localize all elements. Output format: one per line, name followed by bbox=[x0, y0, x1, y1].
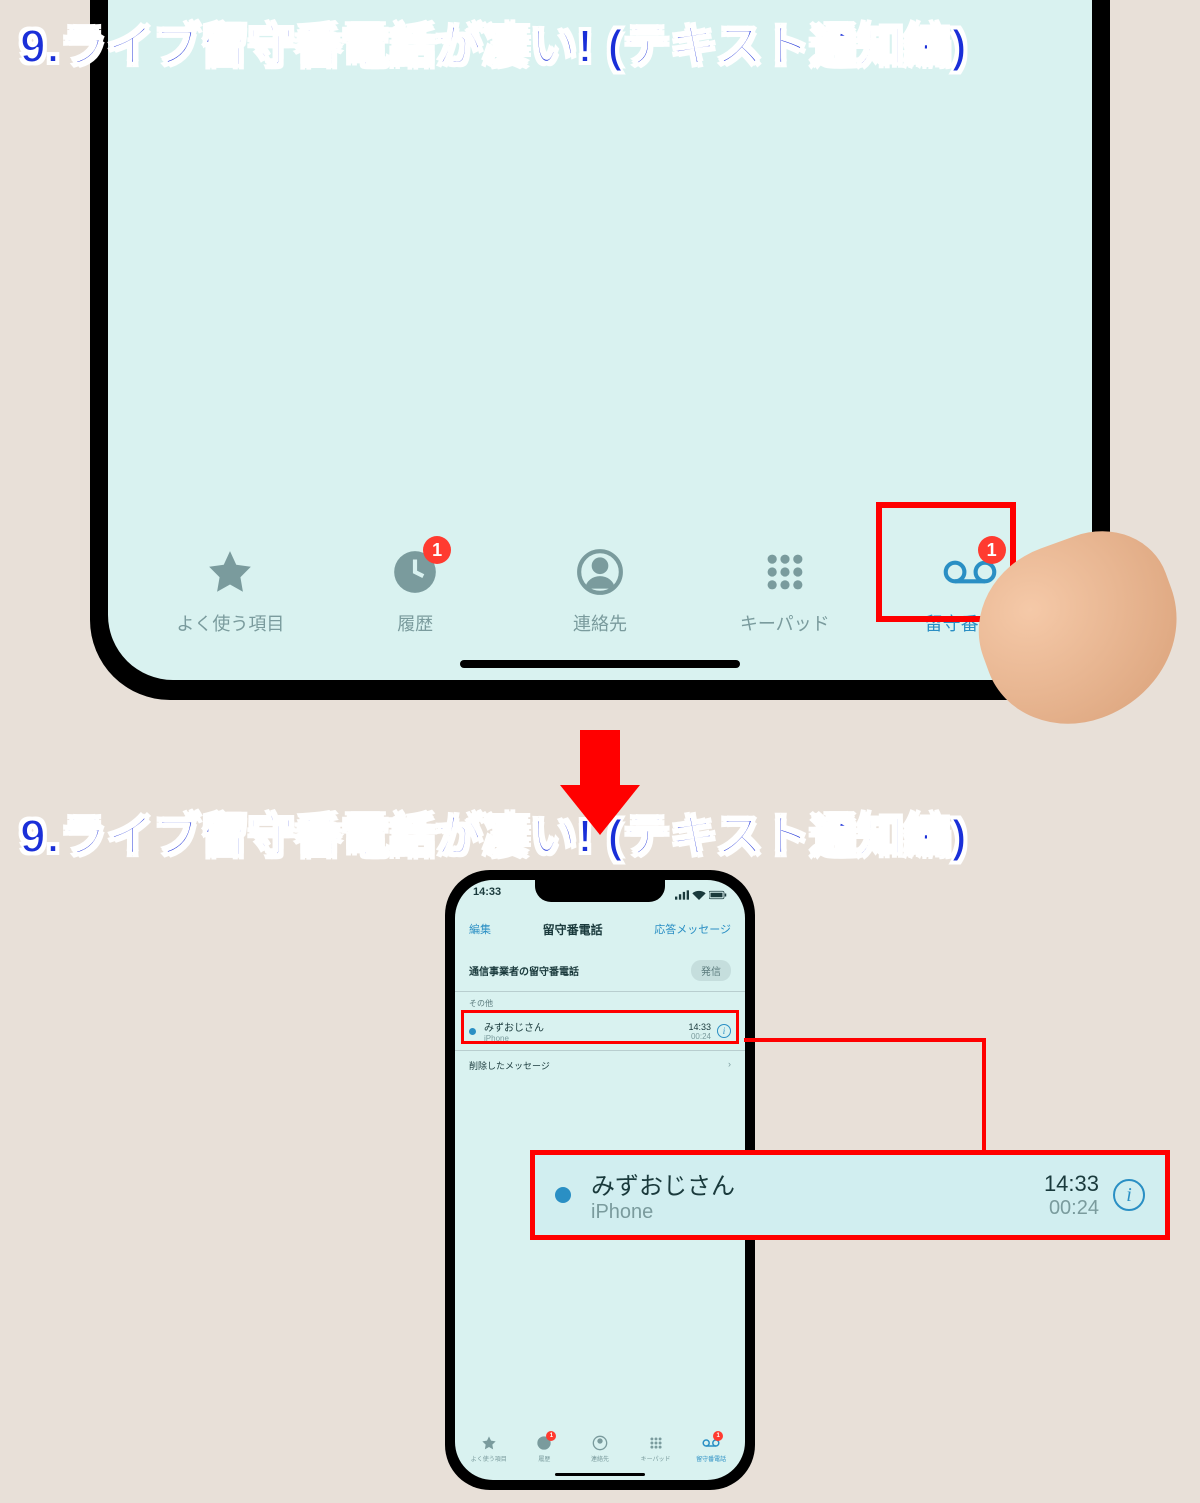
status-time: 14:33 bbox=[473, 886, 501, 904]
tab-recents[interactable]: 1 履歴 bbox=[519, 1434, 569, 1463]
voicemail-icon: 1 bbox=[702, 1434, 720, 1452]
clock-icon: 1 bbox=[535, 1434, 553, 1452]
tab-label: 履歴 bbox=[397, 610, 433, 636]
callout-box: みずおじさん iPhone 14:33 00:24 i bbox=[530, 1150, 1170, 1240]
home-indicator[interactable] bbox=[555, 1473, 645, 1476]
greeting-button[interactable]: 応答メッセージ bbox=[654, 921, 731, 937]
signal-icon bbox=[675, 890, 689, 900]
title-banner-bottom: 9.ライブ留守番電話が凄い! (テキスト通知編) bbox=[20, 800, 968, 866]
connector-line bbox=[744, 1038, 984, 1042]
carrier-voicemail-row[interactable]: 通信事業者の留守番電話 発信 bbox=[455, 950, 745, 992]
title-banner-top: 9.ライブ留守番電話が凄い! (テキスト通知編) bbox=[20, 10, 968, 76]
nav-header: 編集 留守番電話 応答メッセージ bbox=[455, 914, 745, 944]
caller-name: みずおじさん bbox=[591, 1166, 1044, 1201]
tab-voicemail[interactable]: 1 留守番電話 bbox=[686, 1434, 736, 1463]
deleted-messages-row[interactable]: 削除したメッセージ › bbox=[455, 1051, 745, 1080]
call-time: 14:33 bbox=[1044, 1171, 1099, 1197]
unread-dot-icon bbox=[555, 1187, 571, 1203]
caller-device: iPhone bbox=[591, 1201, 1044, 1224]
battery-icon bbox=[709, 890, 727, 900]
person-icon bbox=[591, 1434, 609, 1452]
keypad-icon bbox=[647, 1434, 665, 1452]
star-icon bbox=[480, 1434, 498, 1452]
arrow-down-icon bbox=[550, 730, 650, 840]
tab-favorites[interactable]: よく使う項目 bbox=[160, 544, 300, 636]
section-header: その他 bbox=[455, 992, 745, 1012]
keypad-icon bbox=[757, 544, 813, 600]
tab-label: 連絡先 bbox=[573, 610, 627, 636]
home-indicator[interactable] bbox=[460, 660, 740, 668]
edit-button[interactable]: 編集 bbox=[469, 921, 491, 937]
carrier-label: 通信事業者の留守番電話 bbox=[469, 963, 579, 978]
badge: 1 bbox=[423, 536, 451, 564]
info-icon[interactable]: i bbox=[1113, 1179, 1145, 1211]
chevron-right-icon: › bbox=[728, 1059, 731, 1072]
connector-line bbox=[982, 1038, 986, 1153]
person-icon bbox=[572, 544, 628, 600]
tab-label: よく使う項目 bbox=[176, 610, 284, 636]
wifi-icon bbox=[692, 890, 706, 900]
star-icon bbox=[202, 544, 258, 600]
phone-frame-top: よく使う項目 1 履歴 連絡先 bbox=[90, 0, 1110, 700]
tab-bar-bottom: よく使う項目 1 履歴 連絡先 キーパッド 1 留守番電話 bbox=[455, 1424, 745, 1472]
tab-label: キーパッド bbox=[740, 610, 830, 636]
tab-favorites[interactable]: よく使う項目 bbox=[464, 1434, 514, 1463]
call-button[interactable]: 発信 bbox=[691, 960, 731, 981]
call-duration: 00:24 bbox=[1044, 1197, 1099, 1220]
notch bbox=[535, 880, 665, 902]
nav-title: 留守番電話 bbox=[543, 921, 603, 938]
deleted-label: 削除したメッセージ bbox=[469, 1059, 550, 1072]
tab-keypad[interactable]: キーパッド bbox=[715, 544, 855, 636]
clock-icon: 1 bbox=[387, 544, 443, 600]
tab-keypad[interactable]: キーパッド bbox=[631, 1434, 681, 1463]
tab-contacts[interactable]: 連絡先 bbox=[530, 544, 670, 636]
phone-screen-top: よく使う項目 1 履歴 連絡先 bbox=[108, 0, 1092, 680]
tab-recents[interactable]: 1 履歴 bbox=[345, 544, 485, 636]
highlight-box-small bbox=[461, 1010, 739, 1044]
tab-contacts[interactable]: 連絡先 bbox=[575, 1434, 625, 1463]
